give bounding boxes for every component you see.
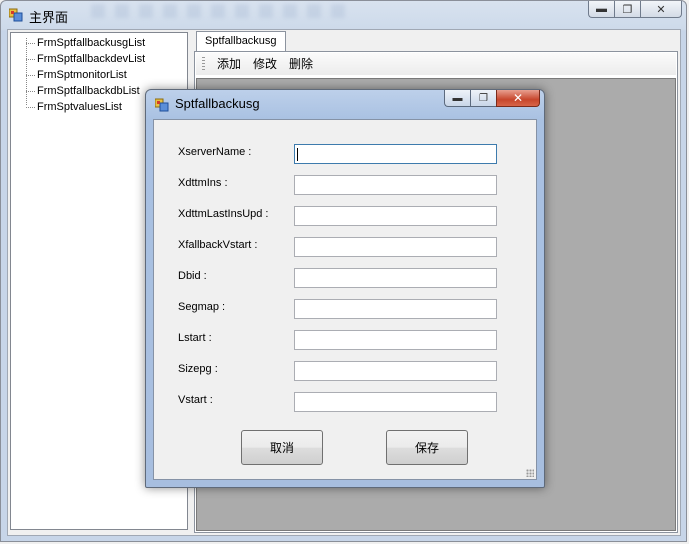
vstart-input[interactable] (294, 392, 497, 412)
field-label: XfallbackVstart : (178, 239, 258, 251)
blurred-title-area (91, 4, 351, 18)
field-label: Dbid : (178, 270, 207, 282)
field-vstart: Vstart : (178, 392, 536, 414)
dialog-title: Sptfallbackusg (175, 96, 260, 111)
dialog-window-controls: ▬ ❐ ✕ (444, 90, 540, 107)
field-label: Segmap : (178, 301, 226, 313)
maximize-icon: ❐ (479, 92, 488, 104)
field-lstart: Lstart : (178, 330, 536, 352)
xservername-input[interactable] (294, 144, 497, 164)
segmap-input[interactable] (294, 299, 497, 319)
xdttmlastinsupd-input[interactable] (294, 206, 497, 226)
close-button[interactable]: ✕ (640, 1, 682, 18)
tree-item[interactable]: FrmSptfallbackusgList (11, 35, 187, 51)
app-icon (155, 98, 169, 112)
edit-button[interactable]: 修改 (247, 54, 283, 74)
xfallbackvstart-input[interactable] (294, 237, 497, 257)
add-button[interactable]: 添加 (211, 54, 247, 74)
window-title: 主界面 (29, 11, 69, 26)
tree-item[interactable]: FrmSptmonitorList (11, 67, 187, 83)
dialog-maximize-button[interactable]: ❐ (470, 90, 496, 107)
sizepg-input[interactable] (294, 361, 497, 381)
cancel-button[interactable]: 取消 (241, 430, 323, 465)
minimize-icon: ▬ (596, 3, 607, 15)
main-titlebar[interactable]: 主界面 ▬ ❐ ✕ (1, 1, 686, 29)
toolbar-grip[interactable] (202, 57, 205, 71)
field-xservername: XserverName : (178, 144, 536, 166)
field-label: Lstart : (178, 332, 212, 344)
field-xdttmlastinsupd: XdttmLastInsUpd : (178, 206, 536, 228)
field-segmap: Segmap : (178, 299, 536, 321)
field-label: XdttmIns : (178, 177, 228, 189)
resize-grip[interactable] (526, 469, 534, 477)
field-sizepg: Sizepg : (178, 361, 536, 383)
dialog-close-button[interactable]: ✕ (496, 90, 540, 107)
field-dbid: Dbid : (178, 268, 536, 290)
field-label: Sizepg : (178, 363, 218, 375)
maximize-icon: ❐ (622, 3, 633, 16)
field-xdttmins: XdttmIns : (178, 175, 536, 197)
close-icon: ✕ (512, 91, 524, 105)
close-icon: ✕ (656, 3, 666, 16)
window-controls: ▬ ❐ ✕ (588, 1, 682, 19)
save-button-label: 保存 (414, 441, 439, 455)
field-label: Vstart : (178, 394, 213, 406)
dialog-form: XserverName : XdttmIns : XdttmLastInsUpd… (153, 119, 537, 480)
xdttmins-input[interactable] (294, 175, 497, 195)
cancel-button-label: 取消 (269, 441, 294, 455)
field-label: XdttmLastInsUpd : (178, 208, 269, 220)
dialog-minimize-button[interactable]: ▬ (444, 90, 470, 107)
toolbar: 添加 修改 删除 (196, 53, 676, 75)
app-icon (9, 8, 23, 22)
maximize-button[interactable]: ❐ (614, 1, 640, 18)
text-caret (297, 148, 298, 161)
tree-item[interactable]: FrmSptfallbackdevList (11, 51, 187, 67)
save-button[interactable]: 保存 (386, 430, 468, 465)
tab-sptfallbackusg[interactable]: Sptfallbackusg (196, 31, 286, 52)
delete-button[interactable]: 删除 (283, 54, 319, 74)
minimize-icon: ▬ (452, 92, 463, 104)
minimize-button[interactable]: ▬ (588, 1, 614, 18)
field-label: XserverName : (178, 146, 252, 158)
dbid-input[interactable] (294, 268, 497, 288)
field-xfallbackvstart: XfallbackVstart : (178, 237, 536, 259)
lstart-input[interactable] (294, 330, 497, 350)
edit-dialog: Sptfallbackusg ▬ ❐ ✕ XserverName : Xdttm… (145, 89, 545, 488)
